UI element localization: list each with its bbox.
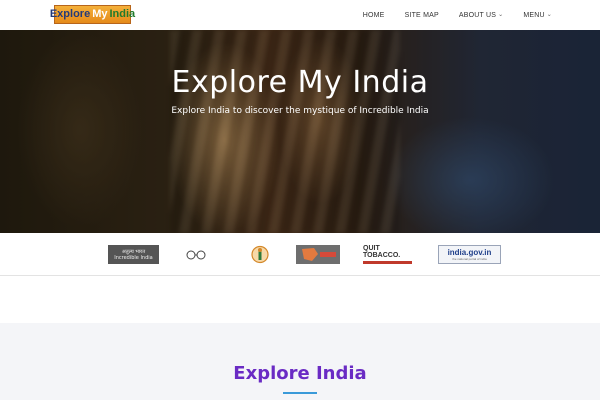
quit-tobacco-logo[interactable]: QUIT TOBACCO.: [363, 245, 412, 264]
site-header: Explore My India HOME SITE MAP ABOUT US …: [0, 0, 600, 30]
site-logo[interactable]: Explore My India: [50, 5, 135, 24]
hero-subtitle: Explore India to discover the mystique o…: [171, 106, 429, 116]
main-nav: HOME SITE MAP ABOUT US ⌄ MENU ⌄: [343, 0, 552, 30]
nav-about-us-label: ABOUT US: [458, 11, 497, 19]
india-gov-tagline: the national portal of india: [452, 256, 487, 261]
ministry-logo[interactable]: [296, 245, 340, 264]
partner-logos-strip: अतुल्य भारत Incredible India QUIT TOBACC…: [0, 233, 600, 276]
nav-site-map-label: SITE MAP: [404, 11, 439, 19]
emblem-icon: [251, 245, 269, 264]
spacer: [0, 277, 600, 323]
spectacles-icon: [186, 250, 206, 259]
chevron-down-icon: ⌄: [546, 12, 552, 18]
hero-title: Explore My India: [171, 65, 429, 100]
nav-menu-label: MENU: [523, 11, 545, 19]
chevron-down-icon: ⌄: [498, 12, 504, 18]
nav-menu[interactable]: MENU ⌄: [523, 12, 552, 19]
incredible-india-english: Incredible India: [114, 254, 153, 261]
quit-tobacco-bar: [363, 261, 412, 264]
logo-word-my: My: [92, 8, 108, 20]
section-title: Explore India: [233, 363, 367, 384]
section-title-underline: [283, 392, 317, 394]
map-icon: [296, 245, 340, 264]
logo-word-india: India: [109, 8, 136, 20]
explore-section: Explore India: [0, 323, 600, 400]
nav-home[interactable]: HOME: [363, 12, 385, 19]
swachh-bharat-logo[interactable]: [184, 245, 208, 264]
logo-word-explore: Explore: [49, 8, 91, 20]
hero-banner: Explore My India Explore India to discov…: [0, 30, 600, 233]
india-gov-logo[interactable]: india.gov.in the national portal of indi…: [438, 245, 501, 264]
national-emblem-logo[interactable]: [250, 245, 270, 264]
nav-about-us[interactable]: ABOUT US ⌄: [459, 12, 504, 19]
incredible-india-logo[interactable]: अतुल्य भारत Incredible India: [108, 245, 159, 264]
quit-tobacco-text: QUIT TOBACCO.: [363, 245, 401, 259]
india-gov-text: india.gov.in: [447, 247, 492, 257]
nav-home-label: HOME: [362, 11, 385, 19]
hero-overlay: [0, 30, 600, 233]
nav-site-map[interactable]: SITE MAP: [405, 12, 439, 19]
